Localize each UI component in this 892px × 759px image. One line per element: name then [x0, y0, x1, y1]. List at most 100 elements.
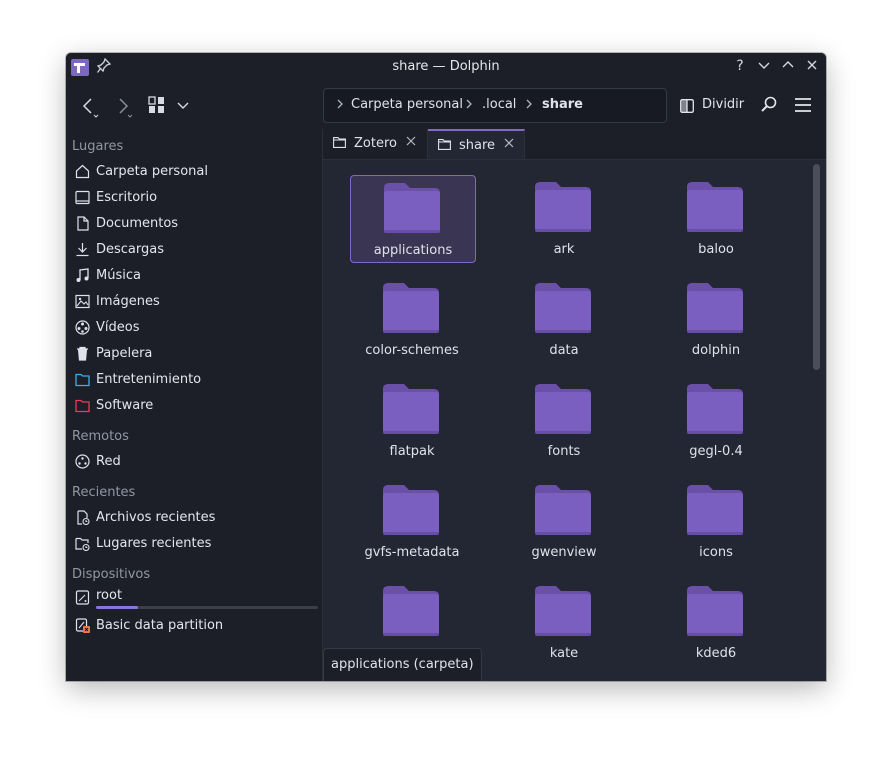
folder-icon [687, 384, 743, 434]
folder-icon [535, 283, 591, 333]
folder-red-icon [75, 398, 90, 413]
close-button[interactable] [804, 58, 820, 74]
folder-icon [535, 182, 591, 232]
main-toolbar: Carpeta personal .local share Dividir [66, 81, 826, 130]
section-title-remote: Remotos [72, 429, 129, 444]
recent-files-icon [75, 510, 90, 526]
place-pictures[interactable]: Imágenes [72, 291, 318, 313]
breadcrumb-home[interactable]: Carpeta personal [351, 97, 463, 112]
place-network[interactable]: Red [72, 451, 318, 473]
file-item[interactable]: color-schemes [350, 276, 474, 362]
chevron-right-icon [524, 97, 534, 115]
place-entertainment[interactable]: Entretenimiento [72, 369, 318, 391]
file-item[interactable]: gwenview [502, 478, 626, 564]
place-label: Documentos [96, 216, 179, 231]
window-title: share — Dolphin [392, 59, 500, 74]
hamburger-menu-icon[interactable] [794, 97, 816, 119]
file-item[interactable]: kate [502, 579, 626, 665]
view-mode-icon[interactable] [148, 96, 170, 118]
place-music[interactable]: Música [72, 265, 318, 287]
folder-blue-icon [75, 372, 90, 387]
file-name: kded6 [695, 646, 737, 661]
chevron-right-icon [335, 97, 345, 115]
folder-icon [383, 485, 439, 535]
search-icon[interactable] [760, 96, 782, 118]
folder-icon [384, 183, 440, 233]
tab-share[interactable]: share [428, 129, 525, 159]
place-downloads[interactable]: Descargas [72, 239, 318, 261]
file-name: kate [549, 646, 579, 661]
place-recent-places[interactable]: Lugares recientes [72, 533, 318, 555]
chevron-right-icon [464, 97, 474, 115]
place-label: Entretenimiento [96, 372, 202, 387]
file-item[interactable]: icons [654, 478, 778, 564]
home-icon [75, 164, 90, 179]
file-item[interactable]: ark [502, 175, 626, 261]
file-item[interactable]: kded6 [654, 579, 778, 665]
minimize-button[interactable] [756, 58, 772, 74]
place-label: Red [96, 454, 121, 469]
breadcrumb-local[interactable]: .local [482, 97, 516, 112]
folder-icon [333, 137, 346, 148]
close-tab-icon[interactable] [503, 137, 515, 153]
tab-zotero[interactable]: Zotero [323, 129, 428, 159]
back-button[interactable] [80, 95, 102, 118]
view-mode-chevron-icon[interactable] [176, 98, 198, 120]
file-item[interactable]: fonts [502, 377, 626, 463]
place-label: Carpeta personal [96, 164, 208, 179]
device-basic-data-partition[interactable]: Basic data partition [72, 615, 318, 637]
title-bar[interactable]: share — Dolphin ? [66, 53, 826, 81]
place-label: Escritorio [96, 190, 158, 205]
file-name: color-schemes [365, 343, 459, 358]
place-label: Lugares recientes [96, 536, 212, 551]
file-item[interactable]: applications [350, 175, 476, 263]
scrollbar-thumb[interactable] [813, 164, 820, 370]
place-documents[interactable]: Documentos [72, 213, 318, 235]
place-recent-files[interactable]: Archivos recientes [72, 507, 318, 529]
breadcrumb[interactable]: Carpeta personal .local share [323, 88, 667, 123]
file-name: fonts [547, 444, 581, 459]
place-label: Vídeos [96, 320, 140, 335]
close-tab-icon[interactable] [405, 135, 417, 151]
file-name: dolphin [691, 343, 741, 358]
place-label: Software [96, 398, 154, 413]
download-icon [75, 242, 90, 257]
file-name: baloo [698, 242, 734, 257]
split-button[interactable]: Dividir [702, 97, 744, 112]
place-videos[interactable]: Vídeos [72, 317, 318, 339]
network-icon [75, 454, 90, 469]
file-item[interactable]: baloo [654, 175, 778, 261]
file-item[interactable]: gegl-0.4 [654, 377, 778, 463]
folder-icon [535, 485, 591, 535]
file-name: ark [553, 242, 575, 257]
section-title-recent: Recientes [72, 485, 136, 500]
place-label: Música [96, 268, 141, 283]
file-item[interactable]: flatpak [350, 377, 474, 463]
folder-icon [438, 139, 451, 150]
place-desktop[interactable]: Escritorio [72, 187, 318, 209]
place-trash[interactable]: Papelera [72, 343, 318, 365]
forward-button[interactable] [114, 95, 136, 118]
folder-icon [687, 485, 743, 535]
documents-icon [75, 216, 90, 231]
places-panel: Lugares Carpeta personal Escritorio Docu… [66, 129, 323, 681]
breadcrumb-share[interactable]: share [542, 97, 583, 112]
file-view[interactable]: applications ark baloo color-schemes data dol… [323, 160, 826, 681]
file-item[interactable]: dolphin [654, 276, 778, 362]
maximize-button[interactable] [780, 58, 796, 74]
root-capacity-bar [96, 606, 318, 609]
root-capacity-fill [96, 606, 139, 609]
folder-icon [687, 283, 743, 333]
place-home[interactable]: Carpeta personal [72, 161, 318, 183]
folder-icon [687, 586, 743, 636]
file-item[interactable]: data [502, 276, 626, 362]
status-bar: applications (carpeta) [323, 648, 482, 681]
music-icon [75, 268, 90, 283]
desktop-icon [75, 190, 90, 205]
file-name: gvfs-metadata [364, 545, 460, 560]
folder-icon [383, 586, 439, 636]
place-software[interactable]: Software [72, 395, 318, 417]
help-button[interactable]: ? [732, 58, 748, 74]
section-title-devices: Dispositivos [72, 567, 151, 582]
file-item[interactable]: gvfs-metadata [350, 478, 474, 564]
